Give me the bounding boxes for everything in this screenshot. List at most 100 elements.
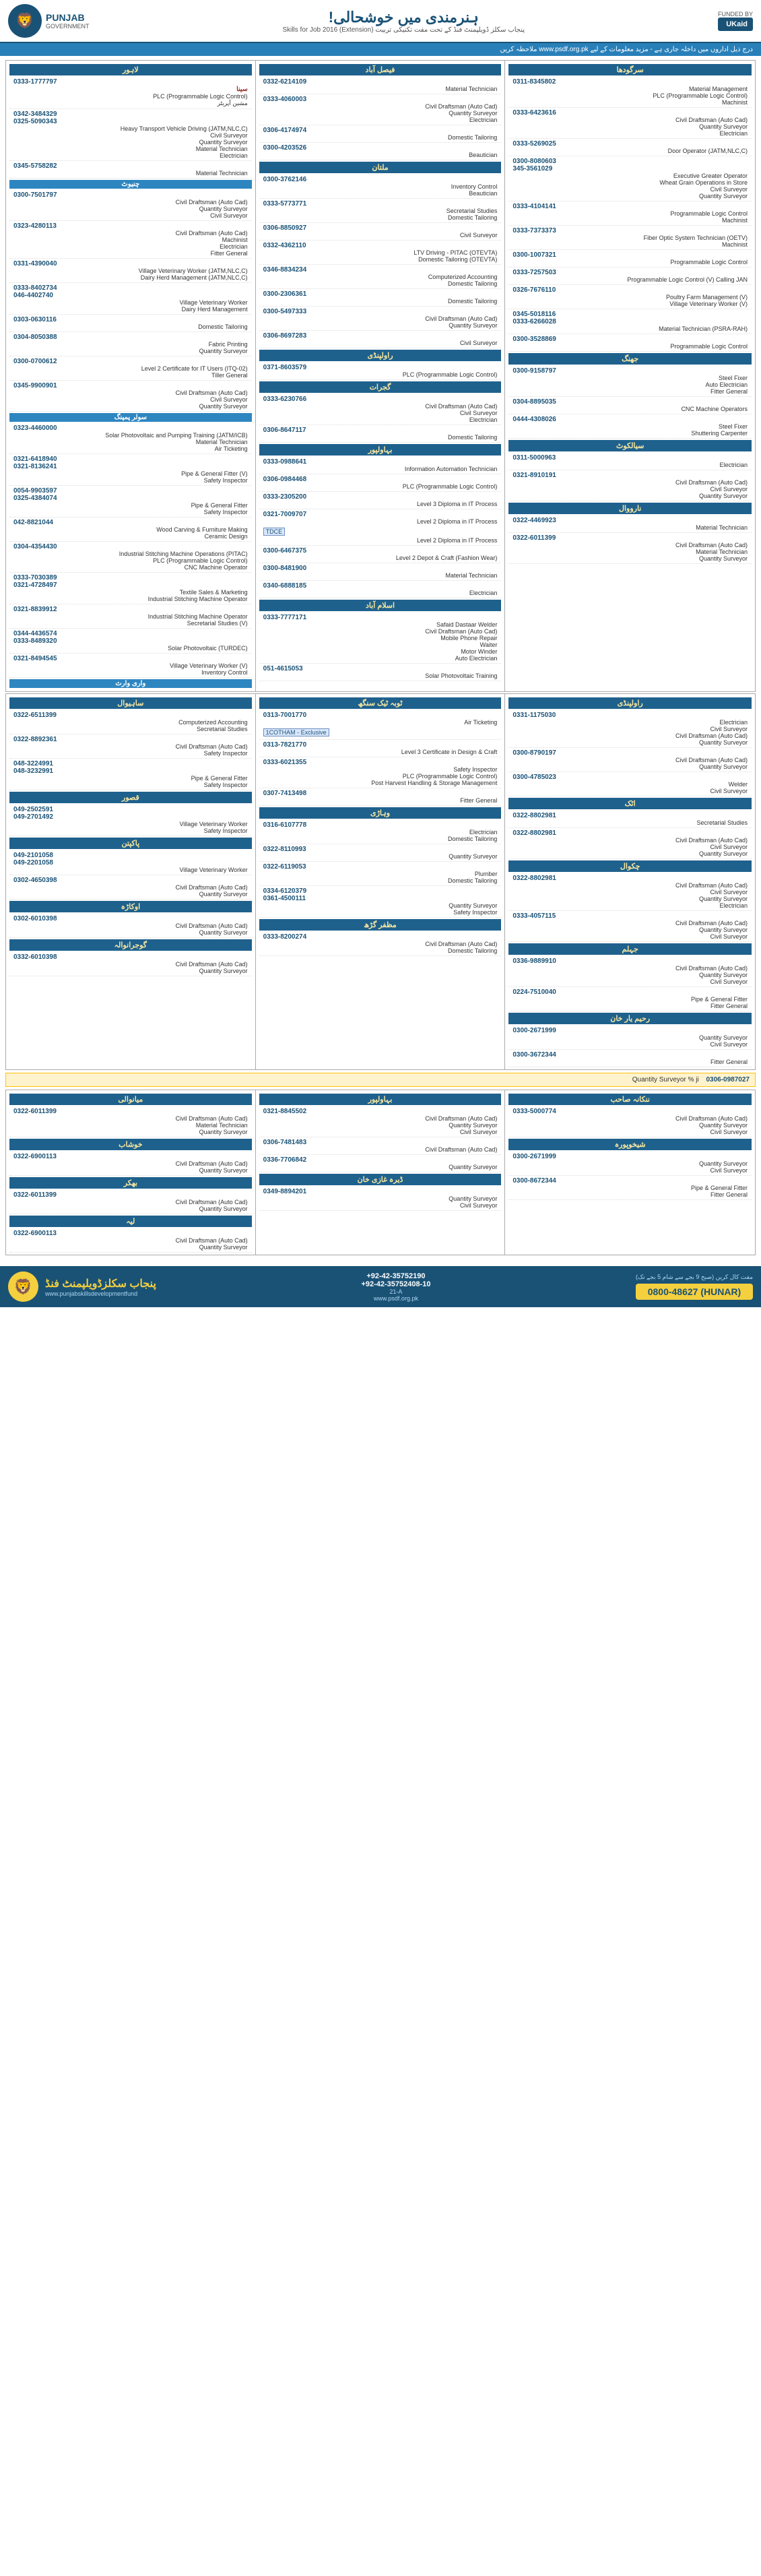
jhg-entry-2: 0304-8895035 CNC Machine Operators	[508, 397, 752, 414]
nrw-entry-2: 0322-6011399 Civil Draftsman (Auto Cad) …	[508, 533, 752, 564]
sheikhupura-header: شیخوپورہ	[508, 1139, 752, 1150]
entry-8: 0303-0630116 Domestic Tailoring	[9, 315, 252, 332]
bahawalpur2-header: بہاولپور	[259, 1094, 502, 1105]
mlt-entry-8: 0306-8697283 Civil Surveyor	[259, 331, 502, 348]
sialkot-header: سیالکوٹ	[508, 440, 752, 451]
col3-district: سرگودھا 0311-8345802 Material Management…	[505, 61, 755, 691]
footer-right: مفت کال کریں (صبح 9 بجے سے شام 5 بجے تک)…	[636, 1274, 753, 1300]
okara-header: اوکاڑہ	[9, 901, 252, 912]
footer-center: +92-42-35752190 +92-42-35752408-10 21-A …	[361, 1272, 430, 1302]
chuniot-header: چنیوٹ	[9, 180, 252, 189]
khushab-header: خوشاب	[9, 1139, 252, 1150]
ksr-entry-1: 049-2502591 049-2701492 Village Veterina…	[9, 805, 252, 836]
entry-7: 0333-8402734 046-4402740 Village Veterin…	[9, 283, 252, 315]
psdf-logo-area: FUNDED BY UKaid	[718, 11, 753, 31]
header-center: ہنرمندی میں خوشحالی! پنجاب سکلز ڈویلپمنٹ…	[90, 9, 718, 34]
jlm-entry-2: 0224-7510040 Pipe & General Fitter Fitte…	[508, 987, 752, 1011]
islamabad-header: اسلام آباد	[259, 600, 502, 611]
qs-highlight: 0306-0987027 Quantity Surveyor % ji	[5, 1073, 756, 1087]
pakpattan-header: پاکپتن	[9, 838, 252, 849]
entry-4: 0300-7501797 Civil Draftsman (Auto Cad) …	[9, 190, 252, 221]
fsd-entry-1: 0332-6214109 Material Technician	[259, 77, 502, 94]
gjt-entry-2: 0306-8647117 Domestic Tailoring	[259, 425, 502, 443]
bhakkar-header: بھکر	[9, 1177, 252, 1189]
mnw-entry-1: 0322-6011399 Civil Draftsman (Auto Cad) …	[9, 1106, 252, 1137]
entry-19: 0344-4436574 0333-8489320 Solar Photovol…	[9, 629, 252, 654]
entry-1: 0333-1777797 سینا PLC (Programmable Logi…	[9, 77, 252, 109]
nrw-entry-1: 0322-4469923 Material Technician	[508, 515, 752, 533]
multan-header: ملتان	[259, 162, 502, 173]
jhg-entry-3: 0444-4308026 Steel Fixer Shuttering Carp…	[508, 414, 752, 439]
punjab-logo-area: 🦁 PUNJAB GOVERNMENT	[8, 4, 90, 38]
footer-website: www.punjabskillsdevelopmentfund	[45, 1290, 156, 1297]
pkp-entry-1: 049-2101058 049-2201058 Village Veterina…	[9, 850, 252, 875]
mlt-entry-4: 0332-4362110 LTV Driving - PITAC (OTEVTA…	[259, 241, 502, 265]
entry-17: 0333-7030389 0321-4728497 Textile Sales …	[9, 573, 252, 604]
nankana-header: ننکانہ صاحب	[508, 1094, 752, 1105]
footer-phone2: +92-42-35752408-10	[361, 1280, 430, 1288]
muzaffargarh-header: مظفر گڑھ	[259, 919, 502, 931]
nnk-entry-1: 0333-5000774 Civil Draftsman (Auto Cad) …	[508, 1106, 752, 1137]
punjab-emblem-icon: 🦁	[8, 4, 42, 38]
vhr-entry-3: 0322-6119053 Plumber Domestic Tailoring	[259, 862, 502, 886]
skp-entry-1: 0300-2671999 Quantity Surveyor Civil Sur…	[508, 1152, 752, 1176]
footer-address: 21-A	[361, 1288, 430, 1295]
entry-6: 0331-4390040 Village Veterinary Worker (…	[9, 259, 252, 283]
footer-logo-text: پنجاب سکلزڈویلپمنٹ فنڈ	[45, 1277, 156, 1290]
main-title: ہنرمندی میں خوشحالی!	[90, 9, 718, 26]
sgd-entry-9: 0326-7676110 Poultry Farm Management (V)…	[508, 285, 752, 309]
isb-entry-1: 0333-7777171 Safaid Dastaar Welder Civil…	[259, 612, 502, 664]
gjt-entry-1: 0333-6230766 Civil Draftsman (Auto Cad) …	[259, 394, 502, 425]
col-a-district: ساہیوال 0322-6511399 Computerized Accoun…	[6, 694, 256, 1069]
sgd-entry-11: 0300-3528869 Programmable Logic Control	[508, 334, 752, 352]
bwp2-entry-2: 0306-7481483 Civil Draftsman (Auto Cad)	[259, 1137, 502, 1155]
toba-header: ٹوبہ ٹیک سنگھ	[259, 697, 502, 709]
entry-2: 0342-3484329 0325-5090343 Heavy Transpor…	[9, 109, 252, 161]
atk-entry-2: 0322-8802981 Civil Draftsman (Auto Cad) …	[508, 828, 752, 859]
col2-district: فیصل آباد 0332-6214109 Material Technici…	[256, 61, 506, 691]
footer-left: 🦁 پنجاب سکلزڈویلپمنٹ فنڈ www.punjabskill…	[8, 1271, 156, 1302]
footer-hotline-label: مفت کال کریں (صبح 9 بجے سے شام 5 بجے تک)	[636, 1274, 753, 1281]
footer-phone1: +92-42-35752190	[361, 1272, 430, 1280]
rwp-entry-1: 0371-8603579 PLC (Programmable Logic Con…	[259, 363, 502, 380]
narowal-header: نارووال	[508, 503, 752, 514]
sgd-entry-1: 0311-8345802 Material Management PLC (Pr…	[508, 77, 752, 108]
wws: واری وارث	[9, 679, 252, 688]
bwp-entry-5: 0300-6467375 Level 2 Depot & Craft (Fash…	[259, 546, 502, 563]
sgd-entry-4: 0300-8080603 345-3561029 Executive Great…	[508, 156, 752, 201]
mlt-entry-7: 0300-5497333 Civil Draftsman (Auto Cad) …	[259, 307, 502, 331]
entry-10: 0300-0700612 Level 2 Certificate for IT …	[9, 356, 252, 381]
entry-15: 042-8821044 Wood Carving & Furniture Mak…	[9, 517, 252, 542]
khb-entry-1: 0322-6900113 Civil Draftsman (Auto Cad) …	[9, 1152, 252, 1176]
entry-9: 0304-8050388 Fabric Printing Quantity Su…	[9, 332, 252, 356]
skp-entry-2: 0300-8672344 Pipe & General Fitter Fitte…	[508, 1176, 752, 1200]
bwp-entry-6: 0300-8481900 Material Technician	[259, 563, 502, 581]
rahimyarkhan-header: رحیم یار خان	[508, 1013, 752, 1024]
tts-entry-3: 0333-6021355 Safety Inspector PLC (Progr…	[259, 757, 502, 788]
rwp2-header: راولپنڈی	[508, 697, 752, 709]
header-subtitle: پنجاب سکلز ڈویلپمنٹ فنڈ کے تحت مفت تکنیک…	[90, 26, 718, 34]
sgd-entry-7: 0300-1007321 Programmable Logic Control	[508, 250, 752, 268]
ukaid-logo: UKaid	[718, 18, 753, 31]
bwp-entry-1: 0333-0988641 Information Automation Tech…	[259, 457, 502, 474]
sgd-entry-6: 0333-7373373 Fiber Optic System Technici…	[508, 226, 752, 250]
entry-5: 0323-4280113 Civil Draftsman (Auto Cad) …	[9, 221, 252, 259]
page-wrapper: 🦁 PUNJAB GOVERNMENT ہنرمندی میں خوشحالی!…	[0, 0, 761, 1307]
ryk-entry-1: 0300-2671999 Quantity Surveyor Civil Sur…	[508, 1026, 752, 1050]
skt-entry-2: 0321-8910191 Civil Draftsman (Auto Cad) …	[508, 470, 752, 501]
bwp-entry-4: 0321-7009707 Level 2 Diploma in IT Proce…	[259, 509, 502, 546]
sargodha-header: سرگودھا	[508, 64, 752, 75]
chk-entry-1: 0322-8802981 Civil Draftsman (Auto Cad) …	[508, 873, 752, 911]
bwp-entry-7: 0340-6888185 Electrician	[259, 581, 502, 598]
funded-by-label: FUNDED BY	[718, 11, 753, 18]
rwp2-entry-2: 0300-8790197 Civil Draftsman (Auto Cad) …	[508, 748, 752, 772]
gjw-entry-1: 0332-6010398 Civil Draftsman (Auto Cad) …	[9, 952, 252, 976]
tts-entry-1: 0313-7001770 Air Ticketing 1COTHAM - Exc…	[259, 710, 502, 740]
jhg-entry-1: 0300-9158797 Steel Fixer Auto Electricia…	[508, 366, 752, 397]
mianwali-header: میانوالی	[9, 1094, 252, 1105]
bwp2-entry-1: 0321-8845502 Civil Draftsman (Auto Cad) …	[259, 1106, 502, 1137]
fsd-entry-3: 0306-4174974 Domestic Tailoring	[259, 125, 502, 143]
gujranwala2-header: گوجرانوالہ	[9, 939, 252, 951]
footer: 🦁 پنجاب سکلزڈویلپمنٹ فنڈ www.punjabskill…	[0, 1266, 761, 1307]
punjab-sub: GOVERNMENT	[46, 23, 90, 30]
